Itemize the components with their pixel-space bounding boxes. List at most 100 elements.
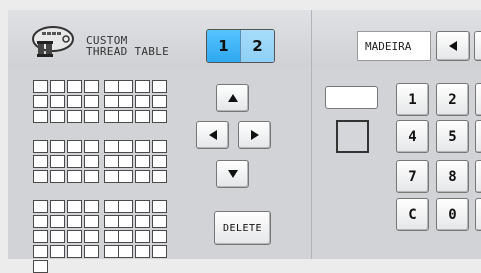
move-left-button[interactable]	[196, 121, 229, 149]
thread-table-cell[interactable]	[152, 170, 167, 183]
thread-table-cell[interactable]	[118, 200, 133, 213]
move-down-button[interactable]	[216, 160, 249, 188]
thread-table-cell[interactable]	[104, 155, 119, 168]
thread-table-cell[interactable]	[33, 155, 48, 168]
thread-table-cell[interactable]	[33, 170, 48, 183]
key-7[interactable]: 7	[396, 160, 429, 193]
thread-table-cell[interactable]	[104, 245, 119, 258]
thread-table-cell[interactable]	[84, 80, 99, 93]
thread-table-cell[interactable]	[118, 215, 133, 228]
key-9[interactable]	[475, 160, 481, 193]
thread-table-cell[interactable]	[135, 140, 150, 153]
thread-table-cell[interactable]	[33, 140, 48, 153]
brand-next-button[interactable]	[474, 31, 481, 61]
thread-table-cell[interactable]	[118, 170, 133, 183]
thread-table-cell[interactable]	[50, 170, 65, 183]
thread-table-cell[interactable]	[67, 80, 82, 93]
thread-table-cell[interactable]	[33, 200, 48, 213]
thread-table-cell[interactable]	[118, 110, 133, 123]
thread-table-cell[interactable]	[50, 110, 65, 123]
thread-table-cell[interactable]	[152, 230, 167, 243]
thread-table-cell[interactable]	[104, 215, 119, 228]
key-clear[interactable]: C	[396, 198, 429, 231]
thread-table-cell[interactable]	[135, 80, 150, 93]
thread-table-cell[interactable]	[152, 245, 167, 258]
thread-table-cell[interactable]	[118, 80, 133, 93]
thread-table-cell[interactable]	[135, 230, 150, 243]
thread-table-cell[interactable]	[135, 170, 150, 183]
thread-table-cell[interactable]	[152, 110, 167, 123]
thread-table-cell[interactable]	[67, 170, 82, 183]
thread-table-cell[interactable]	[118, 95, 133, 108]
thread-table-cell[interactable]	[152, 140, 167, 153]
thread-table-cell[interactable]	[33, 215, 48, 228]
key-3[interactable]	[475, 83, 481, 116]
thread-brand-field[interactable]: MADEIRA	[357, 31, 431, 61]
thread-table-cell[interactable]	[152, 215, 167, 228]
thread-table-cell[interactable]	[50, 80, 65, 93]
key-8[interactable]: 8	[436, 160, 469, 193]
thread-table-cell[interactable]	[50, 155, 65, 168]
thread-table-cell[interactable]	[104, 80, 119, 93]
thread-table-cell[interactable]	[67, 200, 82, 213]
thread-table-cell[interactable]	[50, 200, 65, 213]
thread-table-cell[interactable]	[84, 140, 99, 153]
thread-table-cell[interactable]	[84, 200, 99, 213]
thread-table-cell[interactable]	[33, 95, 48, 108]
thread-table-cell[interactable]	[135, 155, 150, 168]
move-right-button[interactable]	[238, 121, 271, 149]
brand-prev-button[interactable]	[436, 31, 470, 61]
thread-table-cell[interactable]	[135, 200, 150, 213]
thread-table-cell[interactable]	[118, 245, 133, 258]
thread-table-cell[interactable]	[50, 230, 65, 243]
thread-table-cell[interactable]	[84, 170, 99, 183]
key-4[interactable]: 4	[396, 120, 429, 153]
key-0[interactable]: 0	[436, 198, 469, 231]
thread-table-cell[interactable]	[118, 230, 133, 243]
thread-table-cell[interactable]	[84, 230, 99, 243]
delete-button[interactable]: DELETE	[214, 211, 271, 245]
thread-table-cell[interactable]	[118, 155, 133, 168]
thread-table-cell[interactable]	[152, 155, 167, 168]
key-enter[interactable]	[475, 198, 481, 231]
thread-table-cell[interactable]	[152, 95, 167, 108]
thread-table-cell[interactable]	[84, 155, 99, 168]
thread-table-cell[interactable]	[104, 140, 119, 153]
thread-table-cell[interactable]	[135, 245, 150, 258]
thread-table-cell[interactable]	[84, 245, 99, 258]
key-6[interactable]	[475, 120, 481, 153]
thread-table-cell[interactable]	[33, 230, 48, 243]
thread-table-cell[interactable]	[67, 245, 82, 258]
thread-table-cell[interactable]	[104, 95, 119, 108]
thread-table-cell[interactable]	[50, 215, 65, 228]
thread-table-cell[interactable]	[33, 80, 48, 93]
thread-table-cell[interactable]	[135, 110, 150, 123]
thread-table-cell[interactable]	[67, 155, 82, 168]
key-2[interactable]: 2	[436, 83, 469, 116]
thread-table-cell[interactable]	[118, 140, 133, 153]
thread-table-cell[interactable]	[33, 110, 48, 123]
thread-table-cell[interactable]	[104, 230, 119, 243]
thread-table-cell[interactable]	[67, 140, 82, 153]
tab-2[interactable]: 2	[240, 30, 274, 62]
thread-table-cell[interactable]	[50, 245, 65, 258]
key-1[interactable]: 1	[396, 83, 429, 116]
thread-table-cell[interactable]	[84, 215, 99, 228]
thread-table-cell[interactable]	[135, 215, 150, 228]
thread-table-cell[interactable]	[135, 95, 150, 108]
thread-table-cell[interactable]	[50, 95, 65, 108]
thread-table-cell[interactable]	[67, 110, 82, 123]
thread-table-cell[interactable]	[67, 230, 82, 243]
thread-table-cell[interactable]	[152, 80, 167, 93]
thread-table-cell[interactable]	[50, 140, 65, 153]
thread-table-cell[interactable]	[84, 95, 99, 108]
thread-table-cell[interactable]	[84, 110, 99, 123]
thread-code-field[interactable]	[325, 86, 378, 109]
thread-table-cell[interactable]	[152, 200, 167, 213]
thread-table-cell[interactable]	[104, 200, 119, 213]
thread-table-cell[interactable]	[104, 170, 119, 183]
key-5[interactable]: 5	[436, 120, 469, 153]
thread-table-cell[interactable]	[67, 215, 82, 228]
thread-table-cell[interactable]	[33, 260, 48, 273]
thread-table-cell[interactable]	[33, 245, 48, 258]
